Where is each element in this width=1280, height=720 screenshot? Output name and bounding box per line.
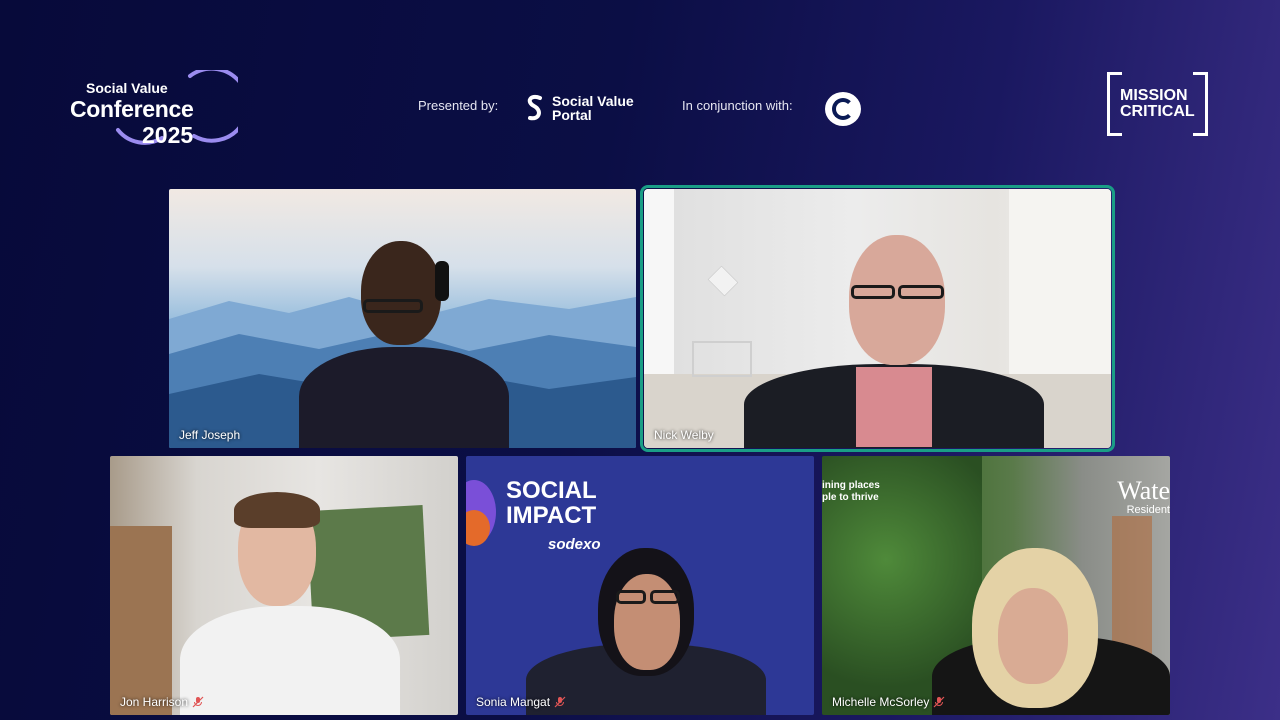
video-tile-nick[interactable]: Nick Welby bbox=[640, 185, 1115, 452]
participant-name: Jeff Joseph bbox=[179, 428, 241, 442]
background-title-line2: IMPACT bbox=[506, 502, 597, 529]
participant-name: Jon Harrison bbox=[120, 695, 189, 709]
participant-name: Sonia Mangat bbox=[476, 695, 551, 709]
participant-name: Michelle McSorley bbox=[832, 695, 930, 709]
microphone-muted-icon bbox=[192, 696, 204, 708]
participant-name-tag: Nick Welby bbox=[654, 428, 714, 442]
conference-logo-year: 2025 bbox=[142, 122, 194, 148]
svp-logo-line2: Portal bbox=[552, 107, 592, 123]
svp-logo-line1: Social Value bbox=[552, 93, 634, 109]
presented-by-label: Presented by: bbox=[418, 98, 499, 113]
svp-s-icon bbox=[527, 95, 542, 121]
social-value-portal-logo: Social Value Portal bbox=[524, 92, 634, 124]
video-tile-jon[interactable]: Jon Harrison bbox=[110, 456, 458, 715]
wall-text-line2: ple to thrive bbox=[822, 492, 879, 503]
video-tile-jeff[interactable]: Jeff Joseph bbox=[169, 189, 636, 448]
video-tile-michelle[interactable]: ining places ple to thrive Wate Resident… bbox=[822, 456, 1170, 715]
mission-critical-logo: MISSION CRITICAL bbox=[1107, 72, 1208, 136]
background-wall-text: ining places ple to thrive bbox=[822, 480, 880, 504]
conjunction-label: In conjunction with: bbox=[682, 98, 793, 113]
participant-name-tag: Sonia Mangat bbox=[476, 695, 566, 709]
conference-logo-line1: Social Value bbox=[86, 80, 168, 96]
conference-logo-line2: Conference bbox=[70, 96, 194, 122]
participant-name: Nick Welby bbox=[654, 428, 714, 442]
microphone-muted-icon bbox=[554, 696, 566, 708]
wall-text-line1: ining places bbox=[822, 480, 880, 491]
participant-name-tag: Michelle McSorley bbox=[832, 695, 945, 709]
microphone-muted-icon bbox=[933, 696, 945, 708]
circular-emblem-icon bbox=[825, 92, 861, 126]
participant-name-tag: Jon Harrison bbox=[120, 695, 204, 709]
video-tile-sonia[interactable]: SOCIAL IMPACT sodexo Sonia Mangat bbox=[466, 456, 814, 715]
mission-logo-line1: MISSION bbox=[1120, 87, 1188, 104]
sodexo-brand: sodexo bbox=[548, 536, 601, 553]
background-sign-sub: Resident bbox=[1126, 504, 1170, 516]
background-sign: Wate bbox=[1117, 476, 1170, 505]
background-title-line1: SOCIAL bbox=[506, 477, 597, 504]
participant-name-tag: Jeff Joseph bbox=[179, 428, 240, 442]
conference-logo: Social Value Conference 2025 bbox=[70, 70, 240, 152]
mission-logo-line2: CRITICAL bbox=[1120, 103, 1195, 120]
background-title: SOCIAL IMPACT bbox=[506, 478, 597, 528]
